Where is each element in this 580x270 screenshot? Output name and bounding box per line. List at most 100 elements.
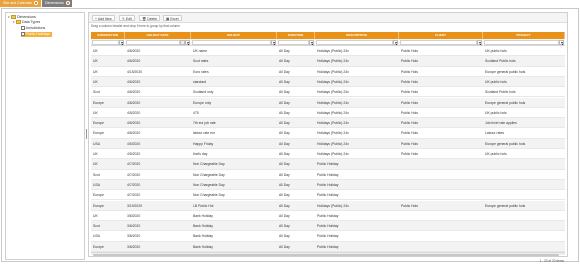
cell-client: Public Hols [401, 100, 418, 105]
filter-icon[interactable] [119, 40, 124, 46]
excel-button[interactable]: ▦Excel [163, 15, 182, 21]
filter-icon[interactable] [559, 40, 564, 46]
table-row[interactable]: Scot 4/7/2020 Non Chargeable Day All Day Pub… [91, 170, 565, 180]
table-row[interactable]: Europe 4/7/2020 Non Chargeable Day All Day P… [91, 190, 565, 201]
grid-toolbar: +Add New ✎Edit 🗑Delete ▦Excel [89, 13, 567, 23]
table-row[interactable]: Europe 4/6/2020 Europe only All Day Holidays… [91, 97, 565, 108]
table-row[interactable]: UK 4/5/2020 475 All Day Holidays (Public) 24… [91, 108, 565, 119]
cell-holiday: Non Chargeable Day [193, 182, 225, 187]
table-row[interactable]: UK 4/15/2020 Euro rates All Day Holidays (Pu… [91, 67, 565, 77]
folder-icon [11, 15, 16, 19]
column-header-description[interactable]: DESCRIPTION [315, 32, 399, 39]
cell-client: Public Hols [401, 131, 418, 136]
cell-holiday-date: 3/19/2020 [127, 203, 143, 208]
table-row[interactable]: Europe 3/6/2020 Bank Holiday All Day Public … [91, 241, 565, 252]
add-new-button[interactable]: +Add New [92, 15, 115, 21]
table-row[interactable]: UK 4/6/2020 standard All Day Holidays (Publi… [91, 76, 565, 88]
pencil-icon: ✎ [122, 17, 125, 21]
cell-description: Holidays (Public) 24x [317, 79, 349, 84]
tab-site-and-calendar[interactable]: Site and Calendar [0, 0, 41, 7]
tree-node-jurisdictions[interactable]: Jurisdictions [21, 26, 45, 31]
filter-input-description[interactable] [316, 40, 393, 45]
cell-holiday-date: 3/6/2020 [127, 224, 141, 229]
edit-button[interactable]: ✎Edit [119, 15, 135, 21]
table-row[interactable]: USA 4/7/2020 Non Chargeable Day All Day Publ… [91, 179, 565, 191]
cell-holiday-date: 4/6/2020 [127, 90, 141, 95]
filter-icon[interactable] [477, 40, 482, 46]
filter-input-jurisdiction[interactable] [92, 40, 119, 45]
filter-icon[interactable] [185, 40, 190, 46]
cell-project [483, 180, 565, 190]
cell-project: UK public hols [485, 79, 507, 84]
group-drop-area[interactable]: Drag a column header and drop it here to… [91, 24, 180, 29]
filter-icon[interactable] [271, 40, 276, 46]
filter-input-client[interactable] [400, 40, 477, 45]
filter-input-holiday-date[interactable] [126, 40, 180, 45]
cell-jurisdiction: Europe [93, 131, 104, 136]
cell-jurisdiction: UK [93, 110, 98, 115]
excel-label: Excel [170, 17, 179, 21]
cell-holiday: Bank Holiday [193, 213, 213, 218]
table-row[interactable]: UK 4/5/2020 that's day All Day Holidays (Pub… [91, 149, 565, 160]
holidays-grid: +Add New ✎Edit 🗑Delete ▦Excel Drag a col… [88, 12, 568, 257]
cell-jurisdiction: Europe [93, 100, 104, 105]
cell-holiday: Europe only [193, 100, 212, 105]
cell-description: Public Holiday [317, 213, 339, 218]
table-row[interactable]: UK 4/6/2020 UK name All Day Holidays (Public… [91, 46, 565, 57]
cell-jurisdiction: Scot [93, 90, 100, 95]
cell-client: Public Hols [401, 69, 418, 74]
table-row[interactable]: UK 3/6/2020 Bank Holiday All Day Public Holi… [91, 211, 565, 222]
table-row[interactable]: Europe 4/6/2020 labour rate eur All Day Holi… [91, 128, 565, 139]
cell-holiday-date: 4/7/2020 [127, 182, 141, 187]
cell-duration: All Day [279, 141, 290, 146]
cell-duration: All Day [279, 234, 290, 239]
column-header-project[interactable]: PROJECT [483, 32, 565, 39]
table-row[interactable]: UK 4/7/2020 Non Chargeable Day All Day Publi… [91, 159, 565, 170]
table-row[interactable]: USA 4/5/2020 Happy Friday All Day Holidays (… [91, 138, 565, 149]
table-row[interactable]: Europe 3/19/2020 LB Public Hol All Day Holid… [91, 200, 565, 211]
filter-icon[interactable] [309, 40, 314, 46]
column-header-client[interactable]: CLIENT [399, 32, 483, 39]
cell-description: Holidays (Public) 24x [317, 131, 349, 136]
cell-project: UK public hols [485, 152, 507, 156]
cell-holiday: standard [193, 79, 207, 84]
table-row[interactable]: Scot 3/6/2020 Bank Holiday All Day Public Ho… [91, 221, 565, 232]
cell-duration: All Day [279, 69, 290, 74]
table-row[interactable]: USA 3/6/2020 Bank Holiday All Day Public Hol… [91, 231, 565, 242]
cell-jurisdiction: UK [93, 213, 98, 218]
filter-input-project[interactable] [484, 40, 559, 45]
table-row[interactable]: Scot 4/6/2020 Scotland only All Day Holidays… [91, 87, 565, 98]
cell-project: Scotland Public hols [485, 90, 516, 95]
cell-client [399, 231, 483, 241]
cell-client: Public Hols [401, 203, 418, 208]
close-icon[interactable] [65, 0, 70, 5]
cell-holiday-date: 4/7/2020 [127, 172, 141, 177]
scrollbar-thumb[interactable] [93, 253, 559, 256]
filter-icon[interactable] [393, 40, 398, 46]
cell-description: Holidays (Public) 24x [317, 90, 349, 95]
column-header-holiday-date[interactable]: HOLIDAY DATE [125, 32, 191, 39]
column-header-jurisdiction[interactable]: JURISDICTION [91, 32, 125, 39]
table-row[interactable]: UK 4/6/2020 Scot rates All Day Holidays (Pub… [91, 56, 565, 67]
delete-button[interactable]: 🗑Delete [139, 15, 161, 21]
pane-splitter[interactable] [86, 129, 87, 139]
close-icon[interactable] [33, 0, 38, 5]
filter-input-duration[interactable] [278, 40, 309, 45]
tree-node-data-types[interactable]: ▾ Data Types [13, 20, 40, 25]
column-header-duration[interactable]: DURATION [277, 32, 315, 39]
cell-jurisdiction: UK [93, 69, 98, 74]
horizontal-scrollbar[interactable] [91, 252, 565, 256]
cell-holiday-date: 4/6/2020 [127, 79, 141, 84]
tree-node-public-holidays[interactable]: Public Holidays [21, 32, 53, 37]
cell-description: Holidays (Public) 24x [317, 203, 349, 208]
cell-client [399, 180, 483, 190]
cell-holiday-date: 4/5/2020 [127, 110, 141, 115]
filter-cell-duration [277, 40, 315, 46]
cell-duration: All Day [279, 90, 290, 95]
cell-jurisdiction: Scot [93, 224, 100, 229]
tab-dimensions[interactable]: Dimensions [42, 0, 72, 7]
filter-input-holiday[interactable] [192, 40, 271, 45]
column-header-holiday[interactable]: HOLIDAY [191, 32, 277, 39]
cell-description: Holidays (Public) 24x [317, 59, 349, 64]
table-row[interactable]: Europe 4/6/2020 7th eur job rate All Day Hol… [91, 118, 565, 129]
